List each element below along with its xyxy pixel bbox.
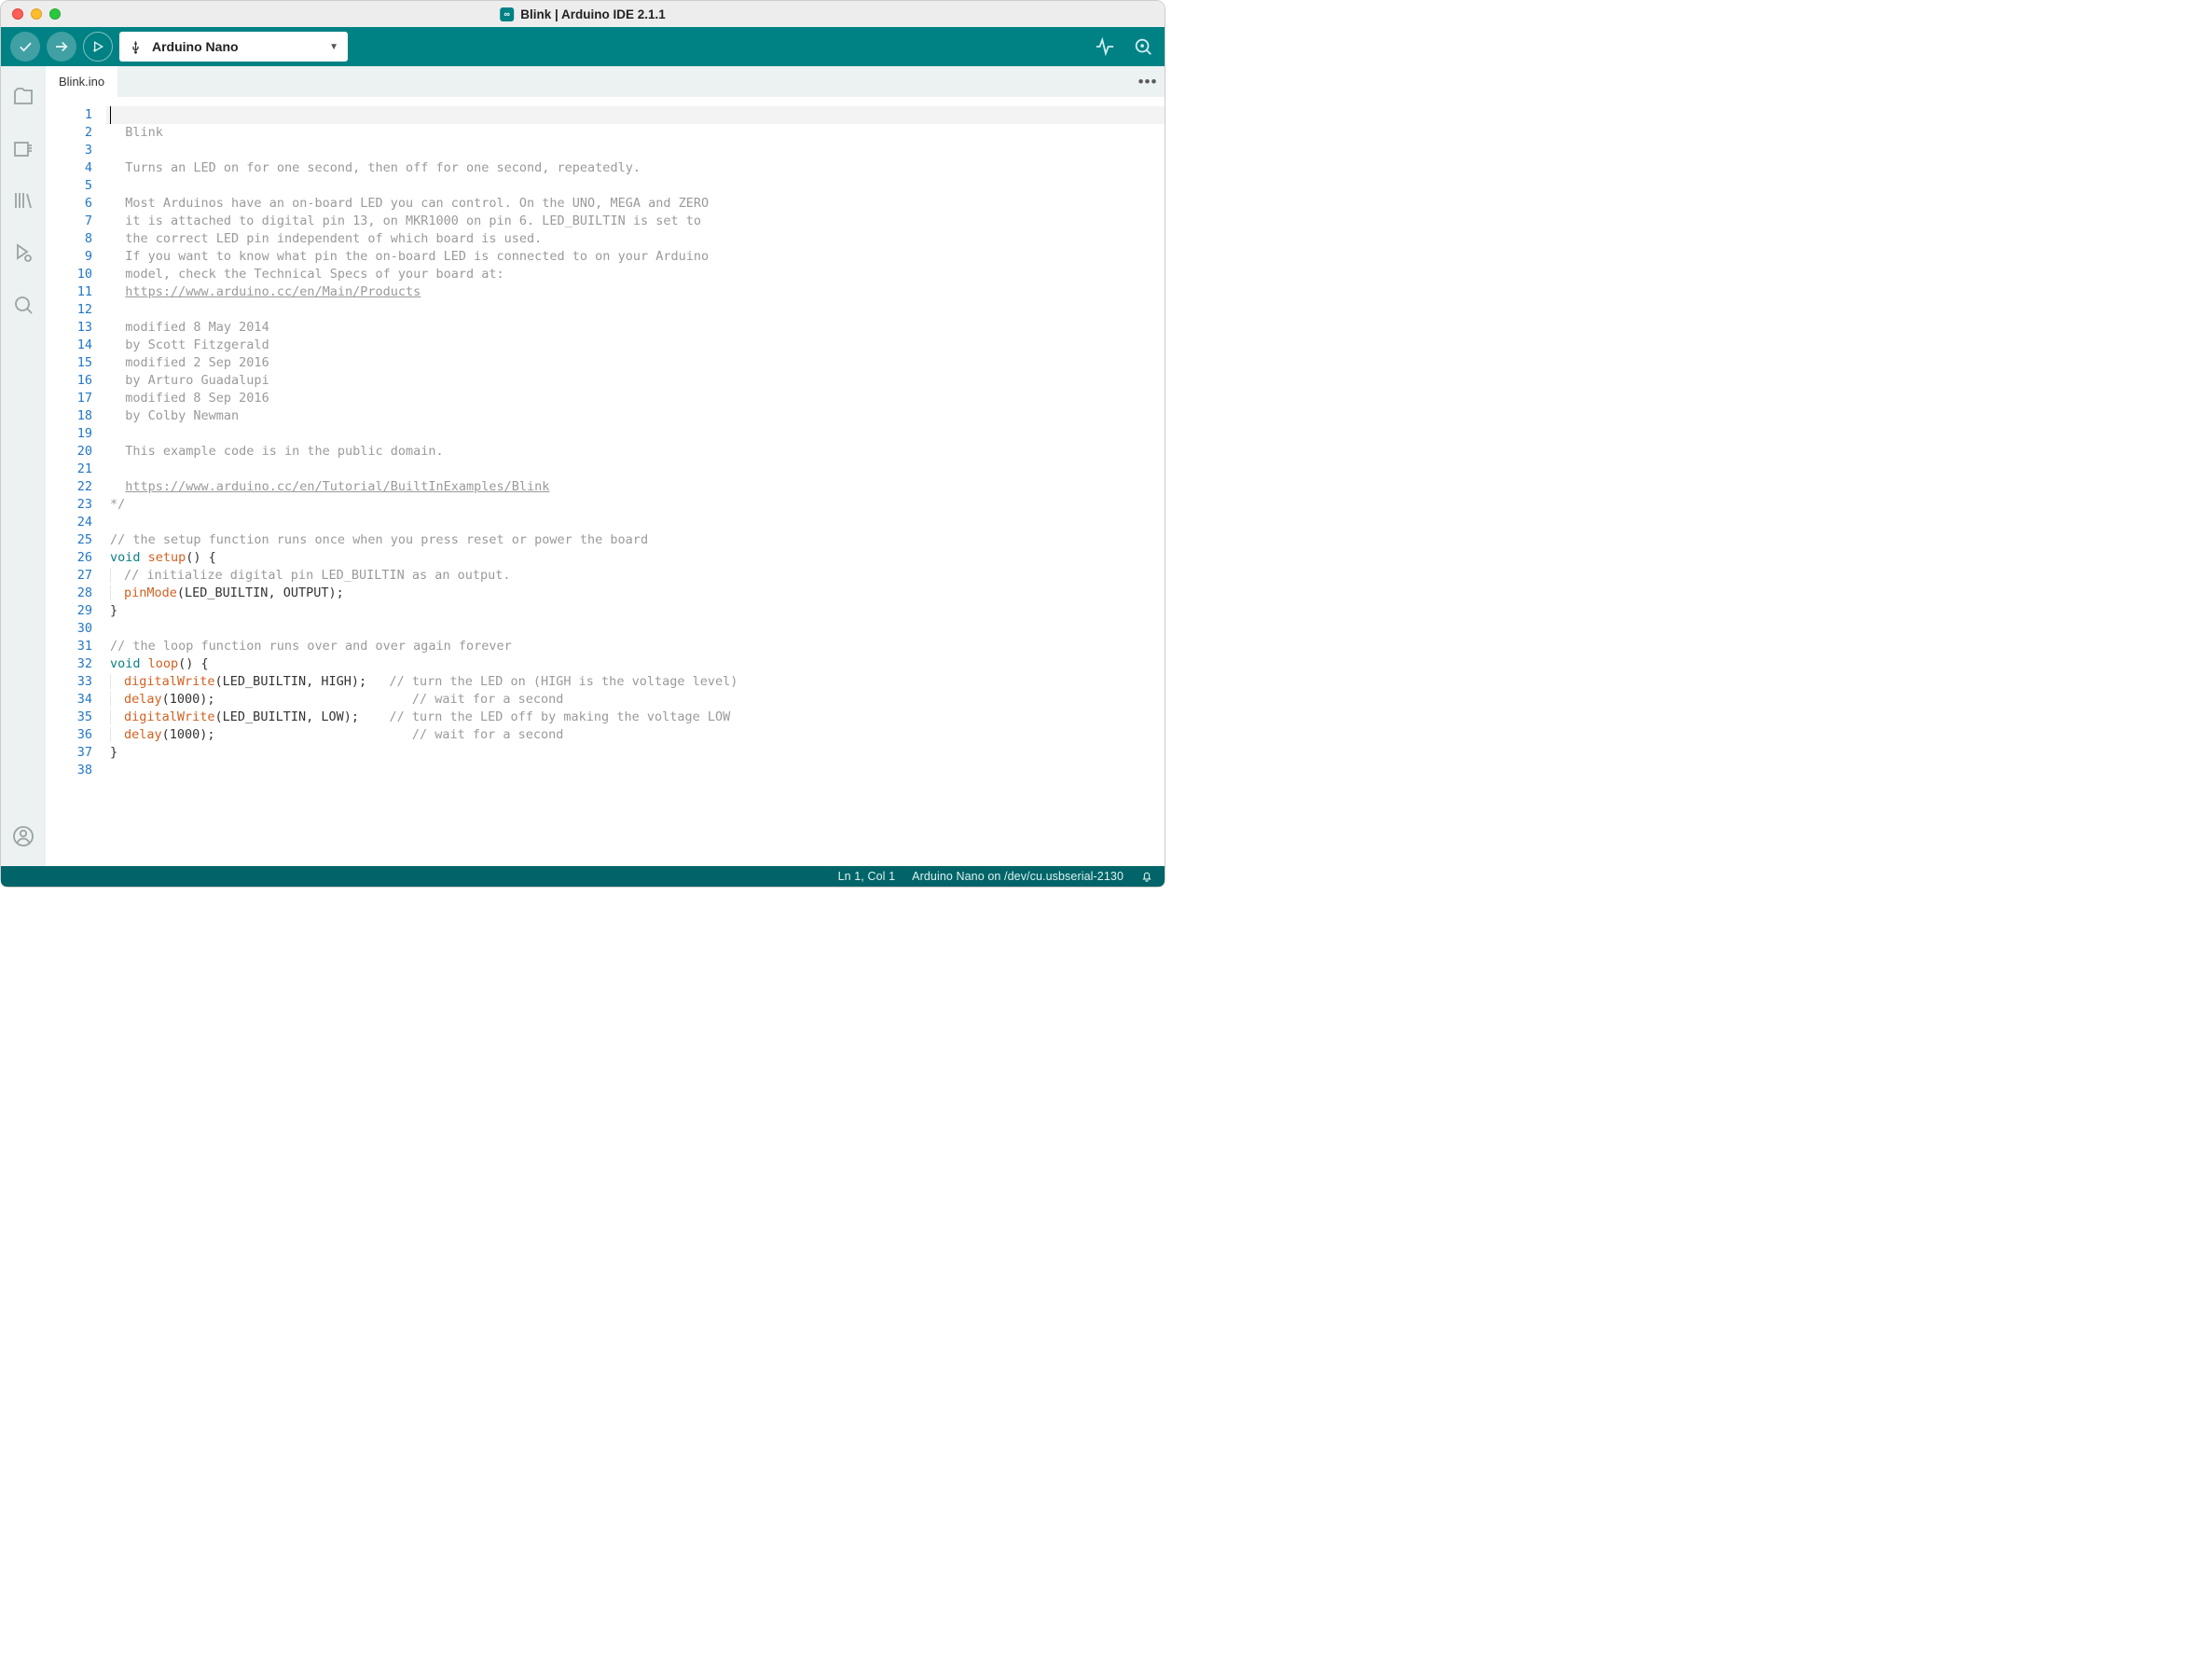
window-title-text: Blink | Arduino IDE 2.1.1	[520, 7, 666, 21]
pulse-icon	[1095, 36, 1115, 57]
current-line-highlight	[106, 106, 1165, 124]
serial-plotter-button[interactable]	[1093, 34, 1117, 59]
sketchbook-button[interactable]	[10, 83, 36, 109]
code-editor[interactable]: 1234567891011121314151617181920212223242…	[46, 97, 1165, 866]
tab-label: Blink.ino	[59, 75, 104, 89]
activity-bar	[1, 66, 46, 866]
check-icon	[17, 38, 34, 55]
board-port-status[interactable]: Arduino Nano on /dev/cu.usbserial-2130	[912, 870, 1124, 883]
board-selector[interactable]: Arduino Nano ▼	[119, 32, 348, 62]
magnify-dot-icon	[1133, 36, 1153, 57]
board-icon	[12, 137, 34, 159]
ellipsis-icon: •••	[1138, 73, 1158, 91]
play-bug-icon	[90, 39, 105, 54]
chevron-down-icon: ▼	[329, 42, 338, 52]
toolbar: Arduino Nano ▼	[1, 27, 1165, 66]
notifications-button[interactable]	[1140, 870, 1153, 883]
debug-button[interactable]	[83, 32, 113, 62]
cursor-position[interactable]: Ln 1, Col 1	[838, 870, 896, 883]
traffic-lights	[12, 8, 61, 20]
tab-overflow-button[interactable]: •••	[1131, 66, 1165, 97]
library-icon	[12, 189, 34, 212]
text-cursor	[110, 106, 111, 124]
search-icon	[12, 294, 34, 316]
folder-icon	[12, 85, 34, 107]
tab-blink[interactable]: Blink.ino	[46, 66, 117, 97]
search-button[interactable]	[10, 292, 36, 318]
window-titlebar: ∞ Blink | Arduino IDE 2.1.1	[1, 1, 1165, 27]
account-button[interactable]	[10, 823, 36, 849]
debug-panel-button[interactable]	[10, 240, 36, 266]
arrow-right-icon	[53, 38, 70, 55]
arduino-app-icon: ∞	[500, 7, 514, 21]
bell-icon	[1140, 870, 1153, 883]
boards-manager-button[interactable]	[10, 135, 36, 161]
serial-monitor-button[interactable]	[1131, 34, 1155, 59]
library-manager-button[interactable]	[10, 187, 36, 213]
editor-tabbar: Blink.ino •••	[46, 66, 1165, 97]
verify-button[interactable]	[10, 32, 40, 62]
user-icon	[12, 825, 34, 847]
board-selector-label: Arduino Nano	[152, 39, 320, 54]
play-gear-icon	[12, 241, 34, 264]
code-area[interactable]: /* Blink Turns an LED on for one second,…	[106, 97, 1165, 866]
window-maximize-button[interactable]	[49, 8, 61, 20]
usb-icon	[129, 40, 143, 54]
window-title: ∞ Blink | Arduino IDE 2.1.1	[500, 7, 666, 21]
window-minimize-button[interactable]	[31, 8, 42, 20]
status-bar: Ln 1, Col 1 Arduino Nano on /dev/cu.usbs…	[1, 866, 1165, 887]
code-lines: /* Blink Turns an LED on for one second,…	[110, 106, 1155, 779]
window-close-button[interactable]	[12, 8, 23, 20]
line-number-gutter: 1234567891011121314151617181920212223242…	[46, 97, 106, 866]
upload-button[interactable]	[47, 32, 76, 62]
